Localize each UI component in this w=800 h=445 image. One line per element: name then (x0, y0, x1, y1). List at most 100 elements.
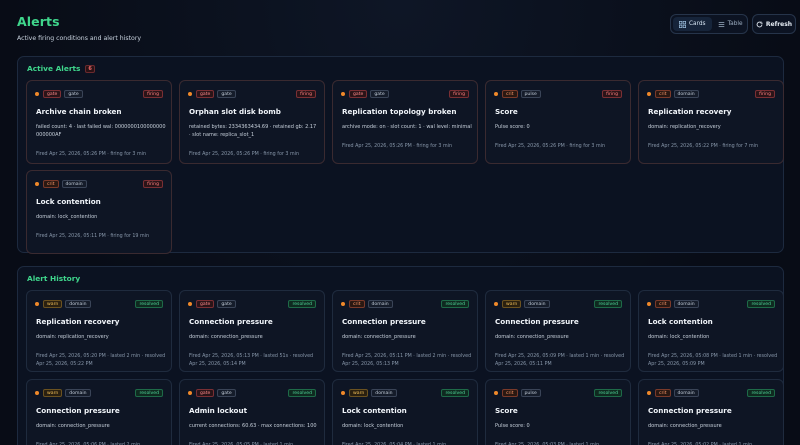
severity-tag: crit (502, 389, 518, 397)
active-alert-card[interactable]: crit pulse firing Score Pulse score: 0 Fired … (485, 80, 631, 164)
alert-detail: domain: lock_contention (342, 423, 404, 429)
status-badge: resolved (594, 300, 622, 308)
status-badge: resolved (135, 300, 163, 308)
status-badge: resolved (747, 389, 775, 397)
category-tag: domain (371, 389, 397, 397)
severity-dot-icon (35, 92, 39, 96)
alert-title: Archive chain broken (36, 107, 122, 116)
alert-meta: Fired Apr 25, 2026, 05:09 PM · lasted 1 … (495, 354, 625, 367)
history-alert-card[interactable]: warn domain resolved Lock contention domain:… (332, 379, 478, 445)
alert-meta: Fired Apr 25, 2026, 05:11 PM · firing fo… (36, 234, 150, 239)
cards-view-button[interactable]: Cards (673, 17, 712, 31)
alert-history-heading: Alert History (27, 274, 80, 283)
alerts-page: Alerts Active firing conditions and aler… (0, 0, 800, 445)
alert-meta: Fired Apr 25, 2026, 05:26 PM · firing fo… (495, 144, 605, 149)
alert-detail: domain: connection_pressure (648, 423, 722, 429)
alert-tags: gate gate (341, 90, 389, 98)
status-badge: resolved (594, 389, 622, 397)
severity-tag: warn (43, 300, 63, 308)
alert-detail: domain: connection_pressure (36, 423, 110, 429)
status-badge: resolved (135, 389, 163, 397)
refresh-button[interactable]: Refresh (752, 14, 796, 34)
status-badge: firing (602, 90, 622, 98)
alert-detail: Pulse score: 0 (495, 423, 530, 429)
history-alert-card[interactable]: crit domain resolved Connection pressure dom… (638, 379, 784, 445)
history-alert-card[interactable]: warn domain resolved Connection pressure dom… (485, 290, 631, 372)
active-alerts-count-badge: 6 (85, 64, 95, 73)
status-badge: resolved (288, 389, 316, 397)
severity-dot-icon (188, 92, 192, 96)
active-alert-card[interactable]: gate gate firing Replication topology broke… (332, 80, 478, 164)
table-view-label: Table (727, 21, 743, 27)
severity-dot-icon (341, 92, 345, 96)
alert-tags: crit domain (647, 300, 699, 308)
status-badge: resolved (288, 300, 316, 308)
alert-title: Connection pressure (495, 317, 579, 326)
severity-tag: gate (196, 389, 215, 397)
alert-history-title: Alert History (27, 274, 81, 283)
category-tag: domain (367, 300, 393, 308)
severity-dot-icon (35, 302, 39, 306)
alert-tags: warn domain (494, 300, 550, 308)
alert-meta: Fired Apr 25, 2026, 05:26 PM · firing fo… (342, 144, 452, 149)
page-subtitle: Active firing conditions and alert histo… (17, 35, 142, 42)
active-alert-card[interactable]: gate gate firing Archive chain broken failed… (26, 80, 172, 164)
alert-detail: domain: connection_pressure (342, 334, 416, 340)
category-tag: domain (65, 300, 91, 308)
alert-meta: Fired Apr 25, 2026, 05:26 PM · firing fo… (189, 152, 299, 157)
alert-tags: warn domain (35, 300, 91, 308)
category-tag: domain (61, 180, 87, 188)
refresh-icon (756, 21, 763, 27)
category-tag: domain (673, 300, 699, 308)
active-alerts-title: Active Alerts (27, 64, 81, 73)
severity-tag: crit (502, 90, 518, 98)
history-alert-card[interactable]: gate gate resolved Connection pressure domai… (179, 290, 325, 372)
view-toggle: Cards Table (670, 14, 748, 34)
active-alert-card[interactable]: crit domain firing Lock contention domain: l… (26, 170, 172, 254)
severity-dot-icon (647, 92, 651, 96)
history-alert-card[interactable]: crit domain resolved Connection pressure dom… (332, 290, 478, 372)
alert-detail: Pulse score: 0 (495, 124, 530, 130)
severity-dot-icon (341, 391, 345, 395)
alert-history-section: Alert History warn domain resolved Replicat… (17, 266, 784, 445)
alert-detail: failed count: 4 · last failed wal: 00000… (36, 124, 166, 138)
alert-detail: domain: replication_recovery (36, 334, 109, 340)
alert-title: Lock contention (36, 197, 101, 206)
severity-tag: gate (43, 90, 62, 98)
category-tag: domain (524, 300, 550, 308)
alert-tags: crit domain (341, 300, 393, 308)
alert-title: Connection pressure (189, 317, 273, 326)
status-badge: resolved (441, 300, 469, 308)
history-alert-card[interactable]: warn domain resolved Replication recovery do… (26, 290, 172, 372)
alert-meta: Fired Apr 25, 2026, 05:08 PM · lasted 1 … (648, 354, 778, 367)
table-view-button[interactable]: Table (712, 17, 749, 31)
page-title: Alerts (17, 14, 60, 29)
severity-tag: crit (655, 389, 671, 397)
alert-title: Replication recovery (648, 107, 732, 116)
history-alert-card[interactable]: gate gate resolved Admin lockout current con… (179, 379, 325, 445)
severity-tag: crit (43, 180, 59, 188)
active-alert-card[interactable]: crit domain firing Replication recovery doma… (638, 80, 784, 164)
alert-tags: gate gate (188, 389, 236, 397)
status-badge: firing (143, 180, 163, 188)
alert-title: Admin lockout (189, 406, 248, 415)
alert-tags: crit domain (35, 180, 87, 188)
alert-meta: Fired Apr 25, 2026, 05:26 PM · firing fo… (36, 152, 146, 157)
category-tag: gate (370, 90, 389, 98)
severity-dot-icon (494, 391, 498, 395)
active-alert-card[interactable]: gate gate firing Orphan slot disk bomb retai… (179, 80, 325, 164)
status-badge: firing (755, 90, 775, 98)
alert-detail: domain: lock_contention (36, 214, 98, 220)
history-alert-card[interactable]: crit domain resolved Lock contention domain:… (638, 290, 784, 372)
alert-detail: retained bytes: 2334363434.69 · retained… (189, 124, 317, 138)
alert-title: Score (495, 107, 518, 116)
alert-tags: crit pulse (494, 90, 541, 98)
history-alert-card[interactable]: warn domain resolved Connection pressure dom… (26, 379, 172, 445)
alert-detail: domain: lock_contention (648, 334, 710, 340)
alert-title: Connection pressure (36, 406, 120, 415)
severity-dot-icon (647, 302, 651, 306)
category-tag: gate (217, 300, 236, 308)
severity-dot-icon (647, 391, 651, 395)
status-badge: firing (143, 90, 163, 98)
history-alert-card[interactable]: critpulseresolvedScorePulse score: 0Fire… (485, 379, 631, 445)
